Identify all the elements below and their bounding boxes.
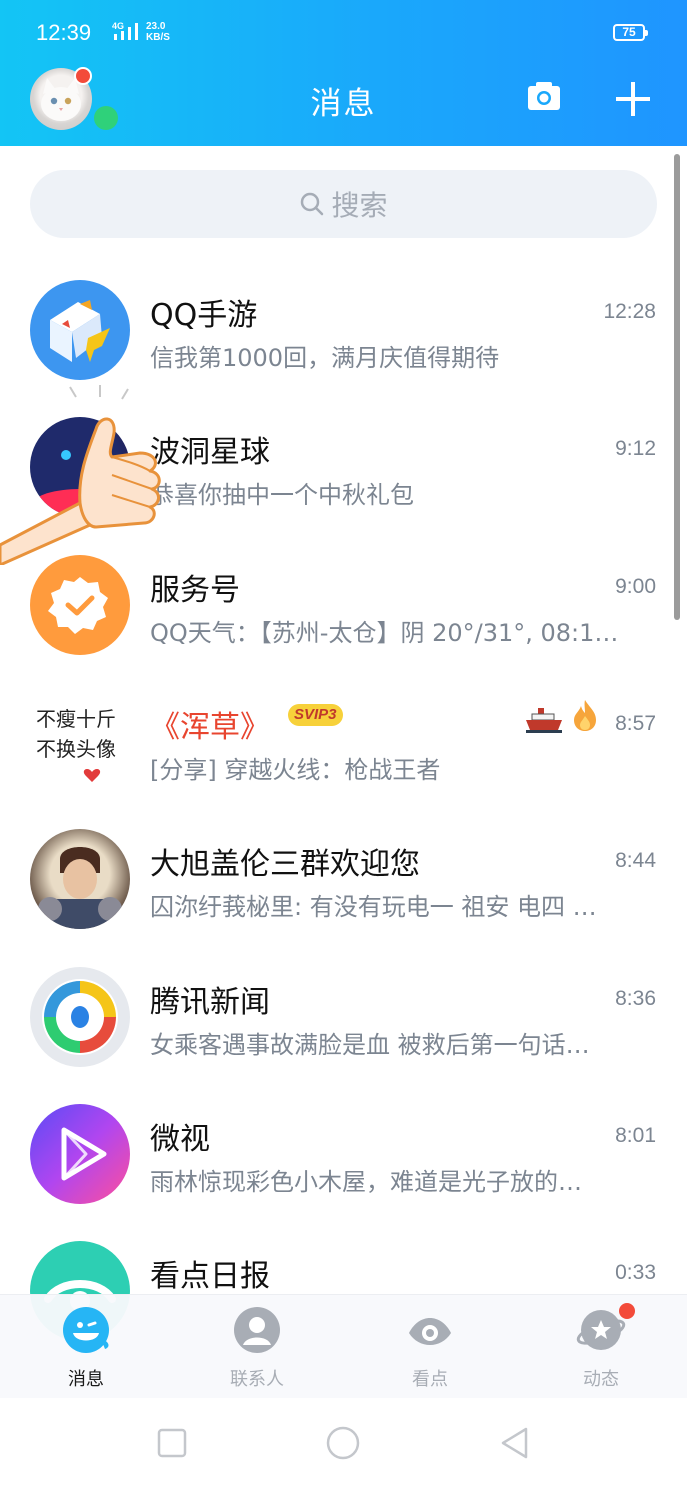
chat-time: 12:28	[603, 300, 656, 323]
chat-name: 看点日报	[150, 1259, 270, 1294]
add-icon[interactable]	[614, 80, 652, 118]
garen-group-avatar	[30, 829, 130, 929]
search-bar[interactable]: 搜索	[30, 170, 657, 238]
network-type-label: 4G	[112, 21, 124, 31]
chat-item-tencent-news[interactable]: 腾讯新闻 8:36 女乘客遇事故满脸是血 被救后第一句话…	[0, 967, 687, 1104]
chat-name: QQ手游	[150, 298, 258, 333]
chat-preview: [分享] 穿越火线：枪战王者	[150, 756, 441, 784]
chat-time: 8:44	[615, 849, 656, 872]
kandian-tab-icon	[409, 1318, 451, 1345]
chat-item-service-account[interactable]: 服务号 9:00 QQ天气：【苏州-太仓】阴 20°/31°, 08:1…	[0, 555, 687, 692]
battery-level: 75	[622, 25, 636, 39]
network-speed: 23.0 KB/S	[146, 21, 170, 43]
contacts-tab-icon	[234, 1307, 280, 1353]
chat-item-garen-group[interactable]: 大旭盖伦三群欢迎您 8:44 囚沵纡莪柲里: 有没有玩电一 祖安 电四 …	[0, 829, 687, 966]
chat-item-weishi[interactable]: 微视 8:01 雨林惊现彩色小木屋，难道是光子放的…	[0, 1104, 687, 1241]
chat-time: 8:57	[615, 712, 656, 735]
network-speed-unit: KB/S	[146, 32, 170, 43]
camera-icon[interactable]	[526, 78, 562, 114]
recents-button[interactable]	[155, 1426, 189, 1460]
tab-moments[interactable]: 动态	[541, 1303, 661, 1395]
chat-name: 大旭盖伦三群欢迎您	[150, 847, 420, 882]
chat-preview: 女乘客遇事故满脸是血 被救后第一句话…	[150, 1031, 590, 1059]
chat-name: 腾讯新闻	[150, 985, 270, 1020]
thumbs-up-icon	[0, 385, 161, 565]
qq-games-icon	[30, 280, 130, 380]
signal-icon: 4G	[112, 21, 138, 40]
chat-name: 服务号	[150, 573, 240, 608]
chat-time: 8:01	[615, 1124, 656, 1147]
app-header: 12:39 4G 23.0 KB/S 75 消息	[0, 0, 687, 146]
avatar-text-line-2: 不换头像	[36, 737, 116, 761]
tab-label: 动态	[583, 1369, 619, 1390]
chat-preview: 雨林惊现彩色小木屋，难道是光子放的…	[150, 1168, 582, 1196]
system-navigation-bar	[0, 1398, 687, 1489]
search-placeholder: 搜索	[331, 189, 388, 222]
messages-tab-icon	[63, 1307, 109, 1353]
back-button[interactable]	[498, 1426, 532, 1460]
huncao-avatar: 不瘦十斤 不换头像	[30, 692, 130, 792]
tab-kandian[interactable]: 看点	[370, 1305, 490, 1395]
moments-notification-dot	[619, 1303, 635, 1319]
home-button[interactable]	[326, 1426, 360, 1460]
tab-contacts[interactable]: 联系人	[197, 1305, 317, 1395]
battery-icon: 75	[613, 24, 648, 41]
chat-name: 微视	[150, 1122, 210, 1157]
chat-item-huncao[interactable]: 不瘦十斤 不换头像 《浑草》 SVIP3 8:57 [分享] 穿越火线：枪战王者	[0, 692, 687, 829]
chat-name: 《浑草》	[150, 710, 270, 745]
chat-time: 9:00	[615, 575, 656, 598]
bottom-tab-bar: 消息 联系人 看点 动态	[0, 1294, 687, 1399]
svip-badge: SVIP3	[288, 704, 343, 726]
tab-label: 看点	[412, 1369, 448, 1390]
tencent-news-icon	[30, 967, 130, 1067]
page-title: 消息	[310, 86, 377, 122]
search-icon	[301, 192, 324, 216]
network-speed-value: 23.0	[146, 21, 166, 32]
status-time: 12:39	[36, 20, 92, 45]
avatar-text-line-1: 不瘦十斤	[36, 707, 116, 731]
weishi-icon	[30, 1104, 130, 1204]
tab-label: 联系人	[230, 1369, 284, 1390]
service-account-icon	[30, 555, 130, 655]
chat-preview: QQ天气：【苏州-太仓】阴 20°/31°, 08:1…	[150, 619, 619, 647]
chat-preview: 恭喜你抽中一个中秋礼包	[150, 481, 414, 509]
ship-icon	[526, 708, 562, 733]
chat-time: 8:36	[615, 987, 656, 1010]
chat-preview: 信我第1000回，满月庆值得期待	[150, 344, 500, 372]
tab-messages[interactable]: 消息	[26, 1305, 146, 1395]
flame-icon	[574, 700, 596, 731]
tab-label: 消息	[68, 1369, 104, 1390]
chat-preview: 囚沵纡莪柲里: 有没有玩电一 祖安 电四 …	[150, 893, 597, 921]
chat-time: 9:12	[615, 437, 656, 460]
chat-time: 0:33	[615, 1261, 656, 1284]
